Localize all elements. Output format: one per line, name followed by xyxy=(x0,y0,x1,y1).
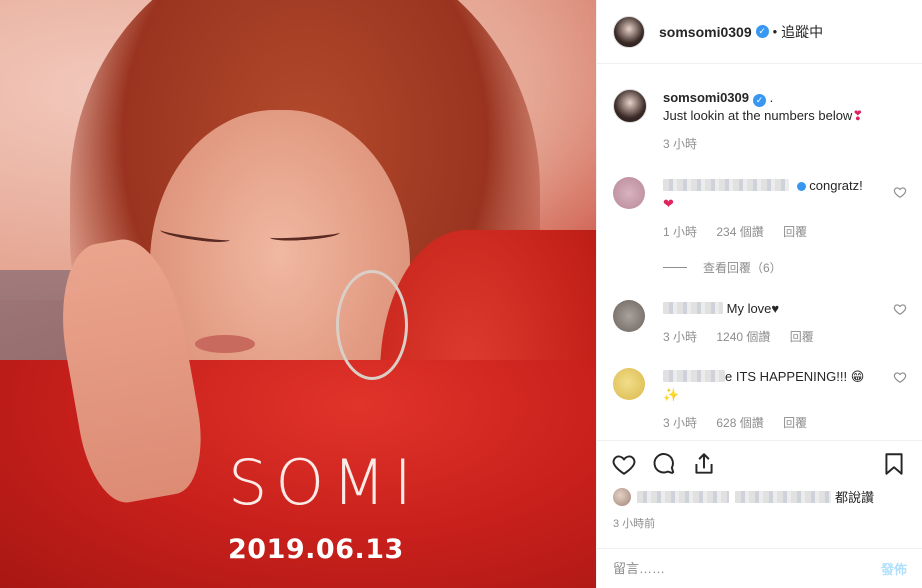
comment-text: congratz! xyxy=(809,178,863,193)
caption-time[interactable]: 3 小時 xyxy=(663,137,697,151)
comment-item: My love♥ 3 小時 1240 個讚 回覆 xyxy=(613,300,907,346)
caption-avatar[interactable] xyxy=(613,89,647,123)
caption-username[interactable]: somsomi0309 xyxy=(663,90,749,105)
photo-date-text: 2019.06.13 xyxy=(228,534,404,565)
commenter-avatar[interactable] xyxy=(613,177,645,209)
liker-avatar[interactable] xyxy=(613,487,631,506)
comment-body: e ITS HAPPENING!!! 😁 ✨ 3 小時 628 個讚 回覆 xyxy=(663,368,883,432)
comment-text: My love♥ xyxy=(726,301,780,316)
reply-button[interactable]: 回覆 xyxy=(783,416,807,430)
comment-text: e ITS HAPPENING!!! 😁 xyxy=(725,369,865,384)
caption-suffix: . xyxy=(769,90,774,105)
redacted-liker-count[interactable] xyxy=(735,490,831,503)
photo-brand-text: SOMI xyxy=(228,446,420,519)
redacted-liker-name[interactable] xyxy=(637,490,729,503)
post-comment-button[interactable]: 發佈 xyxy=(881,559,907,578)
author-username[interactable]: somsomi0309 xyxy=(659,24,752,40)
comment-like-icon[interactable] xyxy=(893,302,907,316)
comment-body: My love♥ 3 小時 1240 個讚 回覆 xyxy=(663,300,883,346)
post-timestamp[interactable]: 3 小時前 xyxy=(613,515,655,531)
share-icon[interactable] xyxy=(691,451,719,479)
redacted-username[interactable] xyxy=(663,179,789,191)
caption-meta: 3 小時 xyxy=(663,135,863,153)
comment-meta: 3 小時 628 個讚 回覆 xyxy=(663,414,883,432)
sparkles-emoji: ✨ xyxy=(663,387,680,402)
post-side-panel: somsomi0309 ✓ • 追蹤中 somsomi0309 ✓ . Just … xyxy=(596,0,922,588)
caption-text: Just lookin at the numbers below xyxy=(663,108,853,123)
header-separator: • xyxy=(772,24,778,39)
likes-line: 都說讚 xyxy=(613,487,874,506)
comment-like-icon[interactable] xyxy=(893,185,907,199)
post-photo[interactable]: SOMI 2019.06.13 xyxy=(0,0,596,588)
reply-button[interactable]: 回覆 xyxy=(783,225,807,239)
heart-emoji: ❤ xyxy=(663,196,674,211)
comments-list[interactable]: somsomi0309 ✓ . Just lookin at the number… xyxy=(597,65,922,439)
heart-icon[interactable] xyxy=(611,451,639,479)
comment-likes[interactable]: 234 個讚 xyxy=(716,225,763,239)
comment-time[interactable]: 3 小時 xyxy=(663,416,697,430)
author-avatar[interactable] xyxy=(613,15,645,48)
comment-body: congratz! ❤ 1 小時 234 個讚 回覆 xyxy=(663,177,883,241)
comment-likes[interactable]: 628 個讚 xyxy=(716,416,763,430)
comment-item: congratz! ❤ 1 小時 234 個讚 回覆 xyxy=(613,177,907,241)
replies-divider xyxy=(663,267,687,268)
view-replies-button[interactable]: 查看回覆（6） xyxy=(663,259,907,276)
comment-meta: 1 小時 234 個讚 回覆 xyxy=(663,223,883,241)
comment-time[interactable]: 1 小時 xyxy=(663,225,697,239)
commenter-avatar[interactable] xyxy=(613,300,645,332)
comment-time[interactable]: 3 小時 xyxy=(663,330,697,344)
photo-lips xyxy=(195,335,255,353)
redacted-username[interactable] xyxy=(663,302,723,314)
comment-icon[interactable] xyxy=(651,451,679,479)
reply-button[interactable]: 回覆 xyxy=(790,330,814,344)
instagram-post: SOMI 2019.06.13 somsomi0309 ✓ • 追蹤中 soms… xyxy=(0,0,922,588)
bookmark-icon[interactable] xyxy=(881,451,909,479)
likes-suffix: 都說讚 xyxy=(835,490,875,505)
verified-badge-icon: ✓ xyxy=(755,25,769,38)
comment-likes[interactable]: 1240 個讚 xyxy=(716,330,770,344)
caption-body: somsomi0309 ✓ . Just lookin at the number… xyxy=(663,89,863,153)
verified-badge-icon: ✓ xyxy=(753,94,766,107)
view-replies-label: 查看回覆（6） xyxy=(703,261,782,275)
comment-item: e ITS HAPPENING!!! 😁 ✨ 3 小時 628 個讚 回覆 xyxy=(613,368,907,432)
follow-status-button[interactable]: 追蹤中 xyxy=(781,22,823,42)
comment-input[interactable] xyxy=(613,561,881,576)
verified-badge-icon xyxy=(796,182,806,191)
post-header: somsomi0309 ✓ • 追蹤中 xyxy=(597,0,922,64)
commenter-avatar[interactable] xyxy=(613,368,645,400)
add-comment-section: 發佈 xyxy=(597,548,922,588)
heart-exclamation-emoji: ❣ xyxy=(852,108,864,123)
comment-like-icon[interactable] xyxy=(893,370,907,384)
post-actions-bar xyxy=(597,440,922,488)
comment-meta: 3 小時 1240 個讚 回覆 xyxy=(663,328,883,346)
photo-earring xyxy=(336,270,408,380)
caption: somsomi0309 ✓ . Just lookin at the number… xyxy=(613,89,907,153)
redacted-username[interactable] xyxy=(663,370,725,382)
